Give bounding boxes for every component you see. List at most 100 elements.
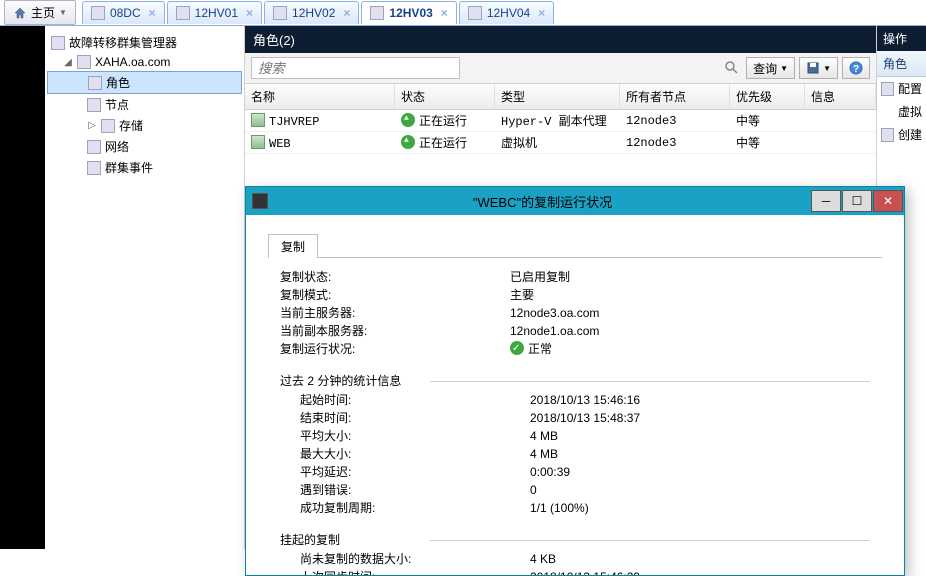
tree-item-networks[interactable]: 网络 [47, 136, 242, 157]
running-icon [401, 135, 415, 149]
tree-item-label: 节点 [105, 96, 129, 113]
cell-name: TJHVREP [269, 115, 319, 129]
server-icon [370, 6, 384, 20]
close-icon[interactable]: × [441, 6, 448, 20]
tree-item-label: 角色 [106, 74, 130, 91]
action-label: 配置 [898, 80, 922, 97]
maximize-button[interactable]: ☐ [842, 190, 872, 212]
cell-owner: 12node3 [620, 112, 730, 130]
tab-label: 12HV04 [487, 6, 530, 20]
tree-item-label: 存储 [119, 117, 143, 134]
close-icon[interactable]: × [343, 6, 350, 20]
close-icon[interactable]: × [149, 6, 156, 20]
label-success: 成功复制周期: [300, 499, 530, 517]
collapse-icon[interactable]: ◢ [63, 57, 73, 68]
stats-heading: 过去 2 分钟的统计信息 [280, 372, 870, 389]
tree-item-storage[interactable]: ▷ 存储 [47, 115, 242, 136]
table-row[interactable]: TJHVREP 正在运行 Hyper-V 副本代理 12node3 中等 [245, 110, 876, 132]
value-pending-size: 4 KB [530, 550, 870, 568]
save-button[interactable]: ▼ [799, 57, 838, 79]
server-icon [91, 6, 105, 20]
query-button[interactable]: 查询▼ [746, 57, 795, 79]
toolbar: 查询▼ ▼ ? [245, 53, 876, 84]
col-info[interactable]: 信息 [805, 84, 876, 109]
tab-12hv01[interactable]: 12HV01 × [167, 1, 262, 24]
vm-icon [251, 113, 265, 127]
table-row[interactable]: WEB 正在运行 虚拟机 12node3 中等 [245, 132, 876, 154]
app-icon [252, 193, 268, 209]
tab-12hv04[interactable]: 12HV04 × [459, 1, 554, 24]
value-primary: 12node3.oa.com [510, 304, 870, 322]
value-start: 2018/10/13 15:46:16 [530, 391, 870, 409]
pending-heading: 挂起的复制 [280, 531, 870, 548]
label-start: 起始时间: [300, 391, 530, 409]
col-state[interactable]: 状态 [395, 84, 495, 109]
query-label: 查询 [753, 60, 777, 77]
actions-subtitle: 角色 [877, 51, 926, 77]
tab-label: 12HV01 [195, 6, 238, 20]
close-icon[interactable]: × [538, 6, 545, 20]
value-end: 2018/10/13 15:48:37 [530, 409, 870, 427]
actions-title: 操作 [877, 26, 926, 51]
value-avg: 4 MB [530, 427, 870, 445]
action-configure[interactable]: 配置 [877, 77, 926, 100]
svg-text:?: ? [853, 64, 859, 75]
center-panel: 角色(2) 查询▼ ▼ ? 名称 状态 类型 所有者节点 优先级 信息 TJHV… [245, 26, 876, 549]
tab-12hv02[interactable]: 12HV02 × [264, 1, 359, 24]
tree-root[interactable]: 故障转移群集管理器 [47, 32, 242, 53]
tree-panel: 故障转移群集管理器 ◢ XAHA.oa.com 角色 节点 ▷ 存储 网络 群集事… [45, 26, 245, 549]
grid-header: 名称 状态 类型 所有者节点 优先级 信息 [245, 84, 876, 110]
col-owner[interactable]: 所有者节点 [620, 84, 730, 109]
value-max: 4 MB [530, 445, 870, 463]
cell-priority: 中等 [730, 110, 805, 131]
close-icon[interactable]: × [246, 6, 253, 20]
storage-icon [101, 119, 115, 133]
tree-root-label: 故障转移群集管理器 [69, 34, 177, 51]
tree-domain[interactable]: ◢ XAHA.oa.com [47, 53, 242, 71]
server-icon [468, 6, 482, 20]
home-icon [13, 6, 27, 20]
dialog-titlebar[interactable]: "WEBC"的复制运行状况 ─ ☐ ✕ [246, 187, 904, 215]
tab-label: 12HV03 [389, 6, 432, 20]
tree-item-roles[interactable]: 角色 [47, 71, 242, 94]
cell-owner: 12node3 [620, 134, 730, 152]
col-name[interactable]: 名称 [245, 84, 395, 109]
tab-12hv03[interactable]: 12HV03 × [361, 1, 456, 24]
minimize-button[interactable]: ─ [811, 190, 841, 212]
home-label: 主页 [31, 4, 55, 21]
action-vm[interactable]: 虚拟 [877, 100, 926, 123]
replication-health-dialog: "WEBC"的复制运行状况 ─ ☐ ✕ 复制 复制状态:已启用复制 复制模式:主… [245, 186, 905, 576]
cluster-icon [51, 36, 65, 50]
document-tabs: 主页 ▼ 08DC× 12HV01 × 12HV02 × 12HV03 × 12HV0… [0, 0, 926, 26]
search-icon[interactable] [724, 60, 738, 74]
help-button[interactable]: ? [842, 57, 870, 79]
cell-priority: 中等 [730, 132, 805, 153]
search-input[interactable] [251, 57, 460, 79]
cell-type: 虚拟机 [495, 132, 620, 153]
label-replica: 当前副本服务器: [280, 322, 510, 340]
action-create[interactable]: 创建 [877, 123, 926, 146]
label-avg: 平均大小: [300, 427, 530, 445]
value-errors: 0 [530, 481, 870, 499]
tab-08dc[interactable]: 08DC× [82, 1, 165, 24]
value-replica: 12node1.oa.com [510, 322, 870, 340]
col-type[interactable]: 类型 [495, 84, 620, 109]
value-success: 1/1 (100%) [530, 499, 870, 517]
tab-label: 12HV02 [292, 6, 335, 20]
roles-icon [88, 76, 102, 90]
tab-replication[interactable]: 复制 [268, 234, 318, 258]
value-mode: 主要 [510, 286, 870, 304]
cell-info [805, 141, 876, 145]
tree-item-events[interactable]: 群集事件 [47, 157, 242, 178]
close-button[interactable]: ✕ [873, 190, 903, 212]
action-label: 虚拟 [898, 103, 922, 120]
tree-item-nodes[interactable]: 节点 [47, 94, 242, 115]
grid-body: TJHVREP 正在运行 Hyper-V 副本代理 12node3 中等 WEB… [245, 110, 876, 154]
help-icon: ? [849, 61, 863, 75]
server-icon [176, 6, 190, 20]
col-priority[interactable]: 优先级 [730, 84, 805, 109]
home-button[interactable]: 主页 ▼ [4, 0, 76, 25]
expand-icon[interactable]: ▷ [87, 120, 97, 131]
label-last-sync: 上次同步时间: [300, 568, 530, 575]
chevron-down-icon: ▼ [780, 64, 788, 73]
